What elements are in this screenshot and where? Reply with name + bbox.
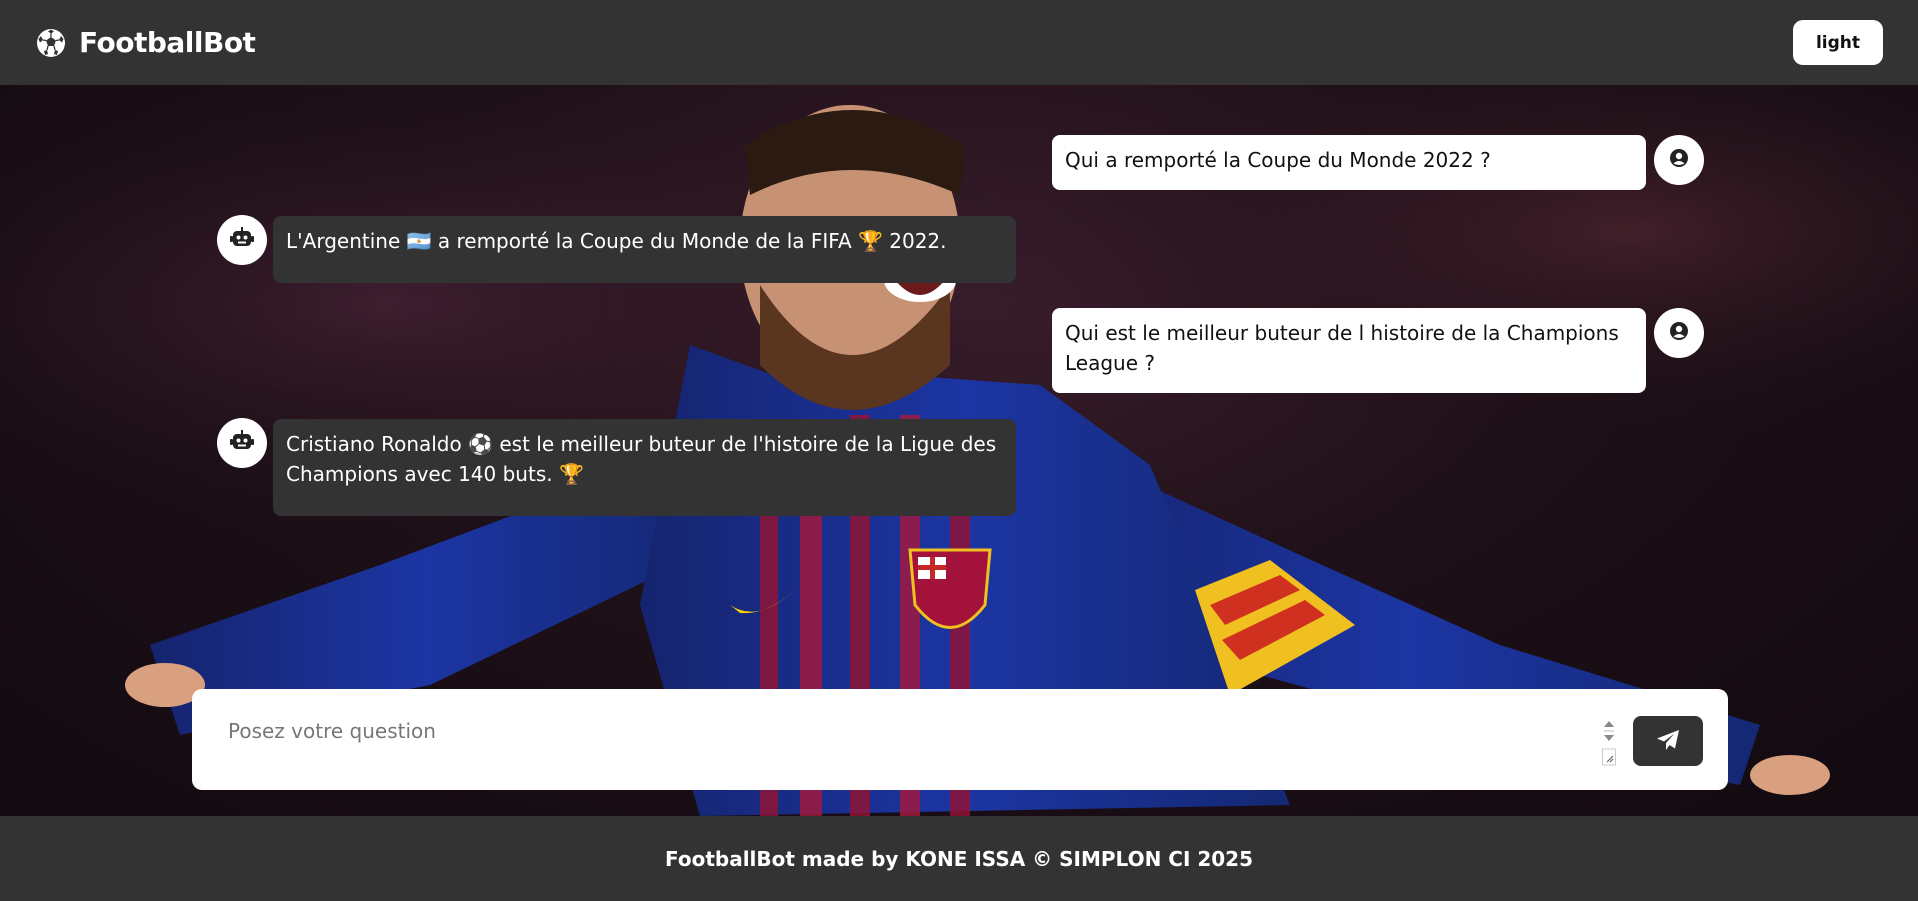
paper-plane-icon [1656,729,1680,754]
bot-avatar [217,215,267,265]
bot-message: L'Argentine 🇦🇷 a remporté la Coupe du Mo… [273,216,1016,283]
theme-toggle-button[interactable]: light [1793,20,1883,65]
soccer-ball-icon [35,27,67,59]
question-form [192,689,1728,790]
brand[interactable]: FootballBot [35,26,256,59]
robot-icon [230,227,254,253]
footer-credit: FootballBot made by KONE ISSA © SIMPLON … [664,846,1254,871]
send-button[interactable] [1633,716,1703,766]
robot-icon [230,430,254,456]
app-header: FootballBot light [0,0,1918,85]
user-circle-icon [1669,148,1689,172]
user-avatar [1654,135,1704,185]
question-input[interactable] [228,719,1568,759]
user-message: Qui est le meilleur buteur de l histoire… [1052,308,1646,393]
bot-message: Cristiano Ronaldo ⚽ est le meilleur bute… [273,419,1016,516]
app-footer: FootballBot made by KONE ISSA © SIMPLON … [0,816,1918,901]
number-spinner[interactable] [1602,717,1616,767]
bot-avatar [217,418,267,468]
user-avatar [1654,308,1704,358]
user-message: Qui a remporté la Coupe du Monde 2022 ? [1052,135,1646,190]
user-circle-icon [1669,321,1689,345]
brand-name: FootballBot [79,26,256,59]
